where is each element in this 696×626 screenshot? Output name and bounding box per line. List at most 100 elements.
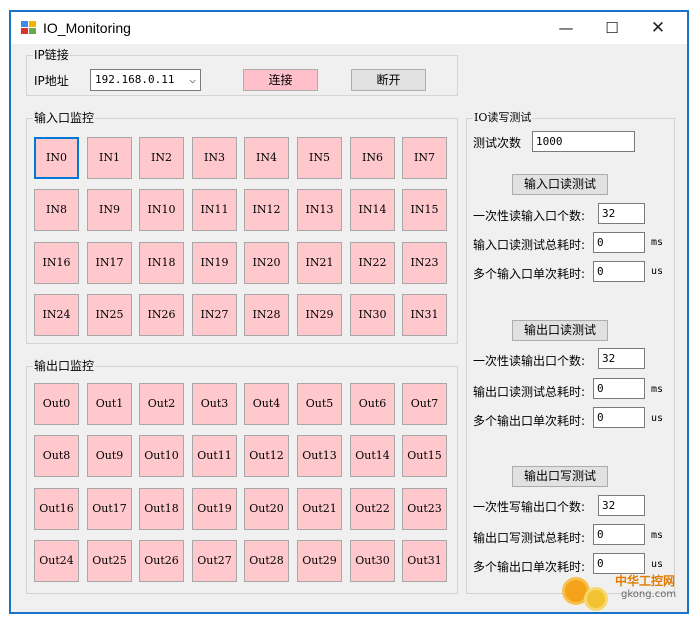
input-read-single-label: 多个输入口单次耗时: xyxy=(473,267,586,281)
input-button-10[interactable]: IN10 xyxy=(139,189,184,231)
input-button-11[interactable]: IN11 xyxy=(192,189,237,231)
output-button-16[interactable]: Out16 xyxy=(34,488,79,530)
output-button-24[interactable]: Out24 xyxy=(34,540,79,582)
output-button-2[interactable]: Out2 xyxy=(139,383,184,425)
input-monitor-group-label: 输入口监控 xyxy=(33,110,96,126)
input-read-total-input[interactable]: 0 xyxy=(593,232,645,253)
input-button-27[interactable]: IN27 xyxy=(192,294,237,336)
output-button-3[interactable]: Out3 xyxy=(192,383,237,425)
input-read-count-input[interactable]: 32 xyxy=(598,203,645,224)
input-button-24[interactable]: IN24 xyxy=(34,294,79,336)
input-button-16[interactable]: IN16 xyxy=(34,242,79,284)
input-read-single-input[interactable]: 0 xyxy=(593,261,645,282)
output-button-30[interactable]: Out30 xyxy=(350,540,395,582)
output-write-total-unit: ms xyxy=(651,530,664,541)
input-button-30[interactable]: IN30 xyxy=(350,294,395,336)
input-button-18[interactable]: IN18 xyxy=(139,242,184,284)
title-bar[interactable]: IO_Monitoring — ☐ ✕ xyxy=(11,12,687,44)
close-button[interactable]: ✕ xyxy=(635,12,681,44)
input-button-9[interactable]: IN9 xyxy=(87,189,132,231)
input-button-20[interactable]: IN20 xyxy=(244,242,289,284)
input-button-23[interactable]: IN23 xyxy=(402,242,447,284)
maximize-button[interactable]: ☐ xyxy=(589,12,635,44)
output-button-17[interactable]: Out17 xyxy=(87,488,132,530)
output-button-13[interactable]: Out13 xyxy=(297,435,342,477)
watermark-logo: 中华工控网 gkong.com xyxy=(563,572,691,616)
output-read-count-input[interactable]: 32 xyxy=(598,348,645,369)
chevron-down-icon[interactable]: ⌵ xyxy=(189,70,196,90)
output-read-test-button[interactable]: 输出口读测试 xyxy=(512,320,608,341)
output-button-22[interactable]: Out22 xyxy=(350,488,395,530)
output-button-25[interactable]: Out25 xyxy=(87,540,132,582)
output-button-0[interactable]: Out0 xyxy=(34,383,79,425)
output-button-15[interactable]: Out15 xyxy=(402,435,447,477)
disconnect-button[interactable]: 断开 xyxy=(351,69,426,91)
input-button-6[interactable]: IN6 xyxy=(350,137,395,179)
output-button-19[interactable]: Out19 xyxy=(192,488,237,530)
input-button-26[interactable]: IN26 xyxy=(139,294,184,336)
input-button-2[interactable]: IN2 xyxy=(139,137,184,179)
input-button-14[interactable]: IN14 xyxy=(350,189,395,231)
input-button-1[interactable]: IN1 xyxy=(87,137,132,179)
output-button-11[interactable]: Out11 xyxy=(192,435,237,477)
input-button-19[interactable]: IN19 xyxy=(192,242,237,284)
output-read-single-label: 多个输出口单次耗时: xyxy=(473,414,586,428)
connect-button[interactable]: 连接 xyxy=(243,69,318,91)
output-button-27[interactable]: Out27 xyxy=(192,540,237,582)
ip-address-value: 192.168.0.11 xyxy=(95,73,175,86)
output-button-18[interactable]: Out18 xyxy=(139,488,184,530)
minimize-button[interactable]: — xyxy=(543,12,589,44)
output-read-total-input[interactable]: 0 xyxy=(593,378,645,399)
output-button-26[interactable]: Out26 xyxy=(139,540,184,582)
output-button-29[interactable]: Out29 xyxy=(297,540,342,582)
output-button-6[interactable]: Out6 xyxy=(350,383,395,425)
input-button-21[interactable]: IN21 xyxy=(297,242,342,284)
input-button-17[interactable]: IN17 xyxy=(87,242,132,284)
output-write-single-input[interactable]: 0 xyxy=(593,553,645,574)
output-read-single-unit: us xyxy=(651,413,664,424)
input-button-13[interactable]: IN13 xyxy=(297,189,342,231)
gear-icon xyxy=(587,590,605,608)
output-button-9[interactable]: Out9 xyxy=(87,435,132,477)
input-button-29[interactable]: IN29 xyxy=(297,294,342,336)
input-button-22[interactable]: IN22 xyxy=(350,242,395,284)
output-button-31[interactable]: Out31 xyxy=(402,540,447,582)
output-button-4[interactable]: Out4 xyxy=(244,383,289,425)
output-write-count-input[interactable]: 32 xyxy=(598,495,645,516)
output-read-total-label: 输出口读测试总耗时: xyxy=(473,385,586,399)
test-count-input[interactable]: 1000 xyxy=(532,131,635,152)
output-button-28[interactable]: Out28 xyxy=(244,540,289,582)
output-button-14[interactable]: Out14 xyxy=(350,435,395,477)
output-write-total-input[interactable]: 0 xyxy=(593,524,645,545)
output-button-8[interactable]: Out8 xyxy=(34,435,79,477)
ip-link-group-label: IP链接 xyxy=(33,47,70,63)
io-rw-test-group-label: IO读写测试 xyxy=(473,110,533,126)
output-write-single-unit: us xyxy=(651,559,664,570)
input-button-0[interactable]: IN0 xyxy=(34,137,79,179)
input-button-4[interactable]: IN4 xyxy=(244,137,289,179)
output-button-23[interactable]: Out23 xyxy=(402,488,447,530)
input-read-test-button[interactable]: 输入口读测试 xyxy=(512,174,608,195)
output-button-1[interactable]: Out1 xyxy=(87,383,132,425)
input-button-12[interactable]: IN12 xyxy=(244,189,289,231)
watermark-line1: 中华工控网 xyxy=(615,574,676,588)
input-button-15[interactable]: IN15 xyxy=(402,189,447,231)
input-button-31[interactable]: IN31 xyxy=(402,294,447,336)
output-button-7[interactable]: Out7 xyxy=(402,383,447,425)
input-button-28[interactable]: IN28 xyxy=(244,294,289,336)
app-icon xyxy=(21,21,37,35)
input-button-8[interactable]: IN8 xyxy=(34,189,79,231)
input-read-total-label: 输入口读测试总耗时: xyxy=(473,238,586,252)
input-button-7[interactable]: IN7 xyxy=(402,137,447,179)
output-button-20[interactable]: Out20 xyxy=(244,488,289,530)
input-button-3[interactable]: IN3 xyxy=(192,137,237,179)
output-button-12[interactable]: Out12 xyxy=(244,435,289,477)
input-button-5[interactable]: IN5 xyxy=(297,137,342,179)
output-write-test-button[interactable]: 输出口写测试 xyxy=(512,466,608,487)
output-read-single-input[interactable]: 0 xyxy=(593,407,645,428)
output-button-21[interactable]: Out21 xyxy=(297,488,342,530)
input-button-25[interactable]: IN25 xyxy=(87,294,132,336)
ip-address-select[interactable]: 192.168.0.11 ⌵ xyxy=(90,69,201,91)
output-button-5[interactable]: Out5 xyxy=(297,383,342,425)
output-button-10[interactable]: Out10 xyxy=(139,435,184,477)
